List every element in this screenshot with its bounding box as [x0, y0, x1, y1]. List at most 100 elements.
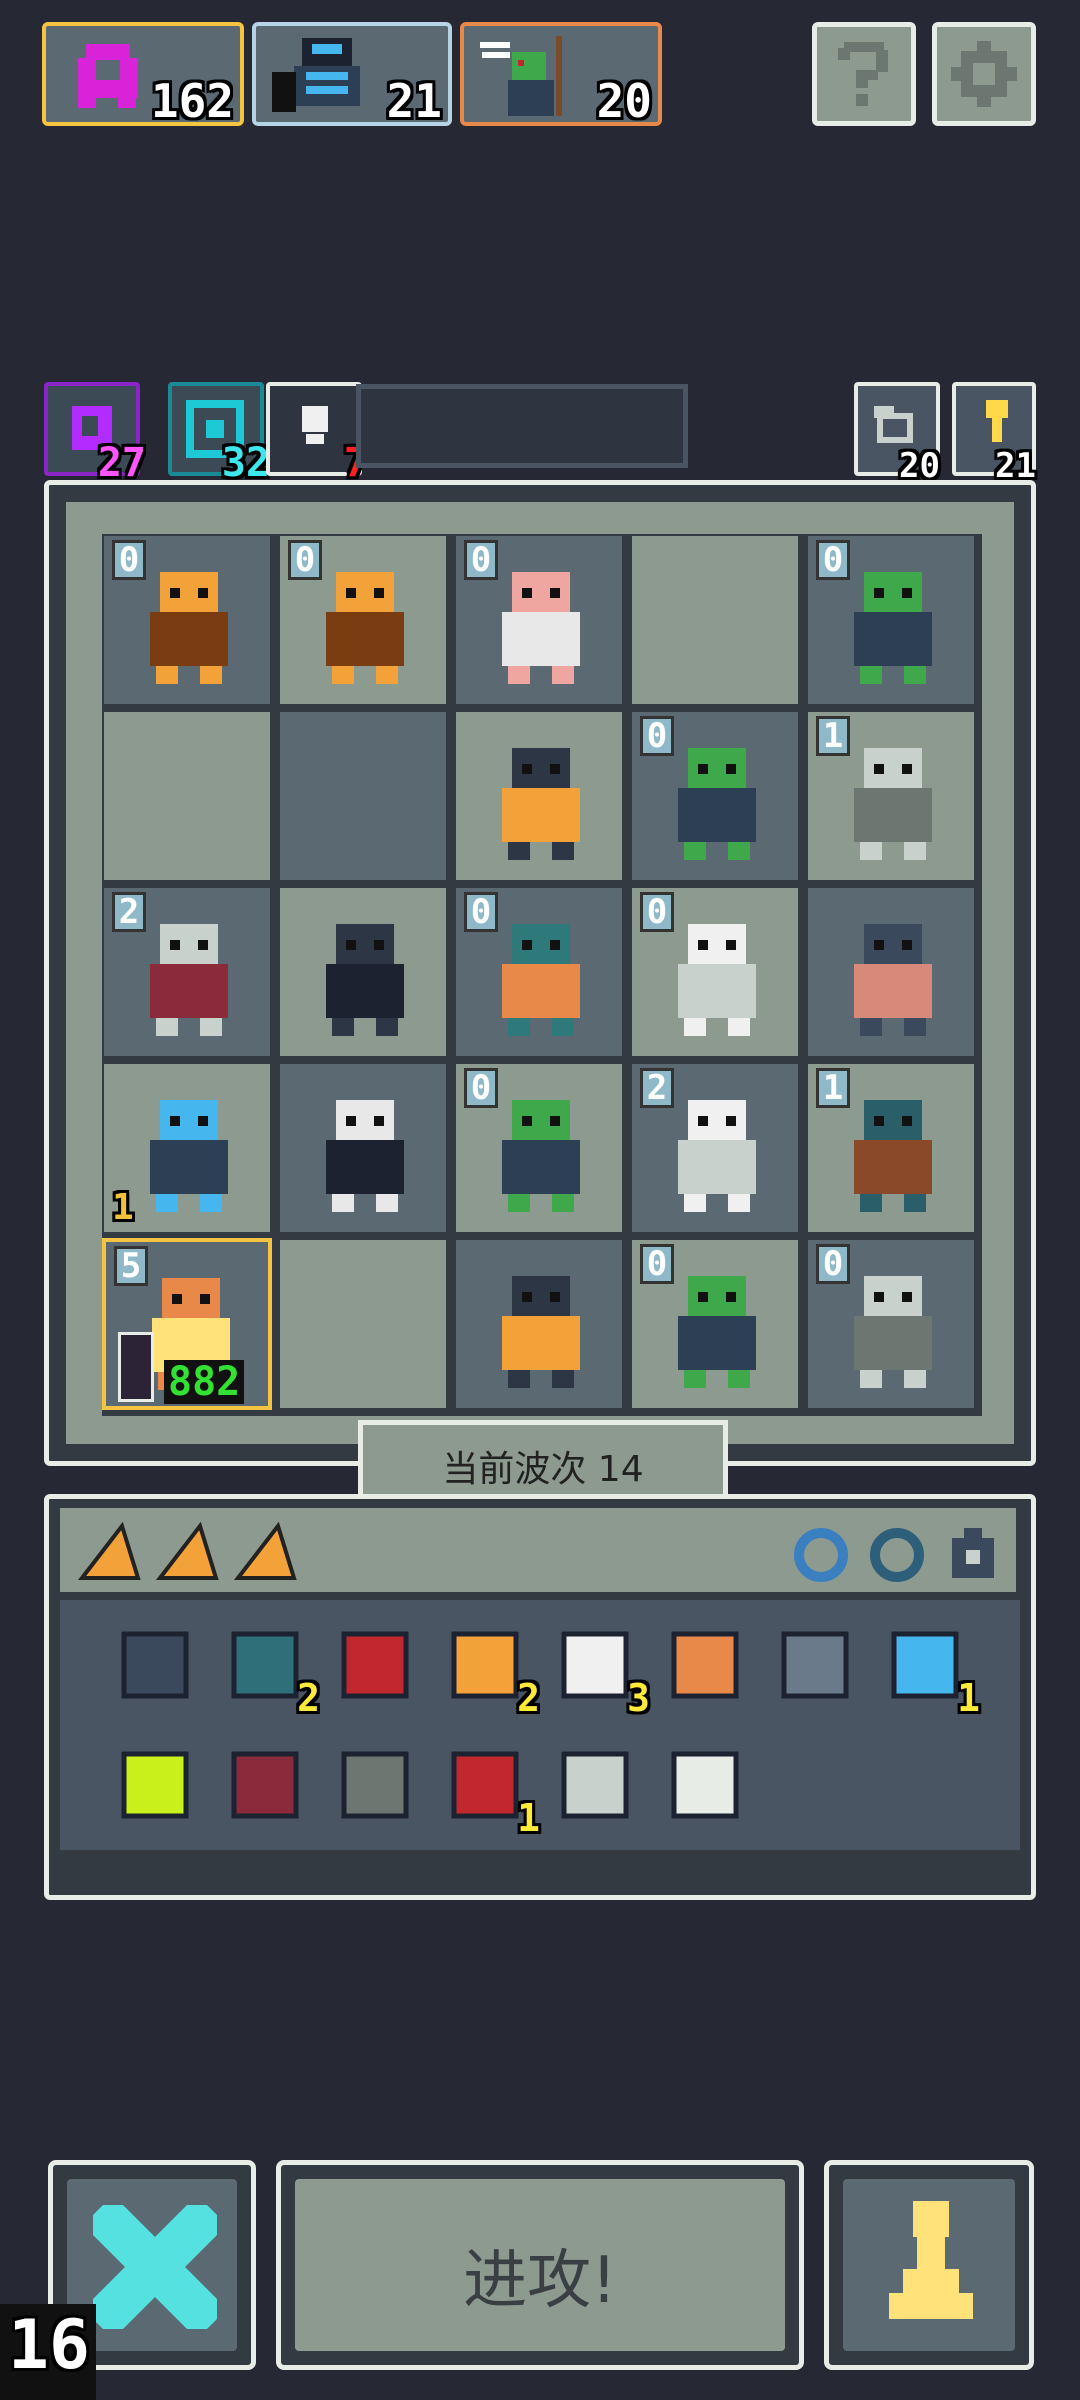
board-cell[interactable]: 0 [630, 1238, 800, 1410]
pawn-button[interactable] [824, 2160, 1034, 2370]
unit-level: 0 [816, 1244, 850, 1284]
tree-sprite [854, 1100, 932, 1212]
item-count: 2 [517, 1676, 540, 1720]
board-cell[interactable]: 0 [806, 1238, 976, 1410]
skull-lich-sprite [150, 924, 228, 1036]
unit-level: 5 [114, 1246, 148, 1286]
unit-level: 2 [640, 1068, 674, 1108]
board-cell[interactable] [454, 1238, 624, 1410]
bomb-icon[interactable] [220, 1740, 310, 1830]
attack-label: 进攻! [463, 2244, 617, 2318]
red-flower-icon[interactable] [330, 1620, 420, 1710]
unit-level: 1 [816, 716, 850, 756]
tab-shard-icon[interactable] [234, 1522, 298, 1582]
potion-icon[interactable] [110, 1740, 200, 1830]
board-cell[interactable] [278, 710, 448, 882]
board-cell[interactable] [454, 710, 624, 882]
chest-icon[interactable] [550, 1740, 640, 1830]
amulet-icon[interactable] [942, 1524, 1004, 1586]
card-count: 162 [150, 74, 234, 128]
board-cell[interactable]: 0 [630, 710, 800, 882]
unit-card-magenta[interactable]: 162 [42, 22, 244, 128]
pawn-icon [889, 2201, 973, 2319]
settings-button[interactable] [932, 22, 1036, 126]
unit-level: 0 [112, 540, 146, 580]
board-cell[interactable] [278, 886, 448, 1058]
board-cell[interactable]: 1 [806, 710, 976, 882]
return-card[interactable]: 20 [854, 382, 940, 486]
card-count: 21 [386, 74, 442, 128]
gargoyle-sprite [854, 748, 932, 860]
unit-level: 0 [816, 540, 850, 580]
board-cell[interactable] [806, 886, 976, 1058]
board-cell[interactable]: 0 [278, 534, 448, 706]
corner-number: 16 [8, 2306, 90, 2385]
x-icon [93, 2205, 217, 2329]
item-count: 2 [297, 1676, 320, 1720]
tab-shard-icon[interactable] [156, 1522, 220, 1582]
goblin-archer-sprite [678, 748, 756, 860]
board-cell[interactable]: 0 [806, 534, 976, 706]
board-cell[interactable]: 2 [630, 1062, 800, 1234]
status-card-purple[interactable]: 27 [44, 382, 146, 486]
unit-card-goblin[interactable]: 20 [460, 22, 662, 128]
ring-icon[interactable] [790, 1524, 852, 1586]
white-egg-icon[interactable]: 3 [550, 1620, 650, 1720]
board-cell[interactable] [278, 1062, 448, 1234]
key-icon [986, 400, 1008, 442]
board-cell[interactable] [102, 710, 272, 882]
board-cell[interactable]: 1 [102, 1062, 272, 1234]
board-cell[interactable]: 0 [454, 1062, 624, 1234]
knife-icon[interactable] [660, 1740, 750, 1830]
mouth-icon[interactable]: 1 [440, 1740, 540, 1840]
white-ghost-sprite [678, 1100, 756, 1212]
key-card[interactable]: 21 [952, 382, 1036, 486]
return-arrow-icon [874, 406, 913, 443]
item-count: 3 [627, 1676, 650, 1720]
unit-level: 0 [464, 1068, 498, 1108]
tab-shard-icon[interactable] [78, 1522, 142, 1582]
unit-level: 0 [464, 892, 498, 932]
item-count: 1 [957, 1676, 980, 1720]
crow-sprite [502, 748, 580, 860]
crow-sprite [502, 1276, 580, 1388]
trophy-icon[interactable]: 2 [440, 1620, 540, 1720]
board-cell[interactable] [278, 1238, 448, 1410]
card-count: 20 [596, 74, 652, 128]
inventory-grid [60, 1600, 1020, 1850]
item-count: 1 [517, 1796, 540, 1840]
question-mark-icon [838, 42, 888, 106]
status-card-light[interactable]: 7 [266, 382, 368, 486]
board-cell[interactable]: 1 [806, 1062, 976, 1234]
ring-icon[interactable] [866, 1524, 928, 1586]
blue-orb-icon[interactable]: 1 [880, 1620, 980, 1720]
gem-heart-icon[interactable]: 2 [220, 1620, 320, 1720]
help-button[interactable] [812, 22, 916, 126]
white-ghost-sprite [678, 924, 756, 1036]
bulb-icon [302, 406, 328, 444]
goblin-archer-sprite [854, 572, 932, 684]
board-cell[interactable]: 5 882 [102, 1238, 272, 1410]
pink-mushroom-sprite [502, 572, 580, 684]
board-cell[interactable]: 0 [630, 886, 800, 1058]
unit-level: 0 [288, 540, 322, 580]
unit-level: 0 [640, 716, 674, 756]
armor-icon[interactable] [330, 1740, 420, 1830]
progress-bar [356, 384, 688, 468]
board-cell[interactable]: 0 [454, 886, 624, 1058]
stone-icon[interactable] [770, 1620, 860, 1710]
status-card-cyan[interactable]: 32 [168, 382, 270, 486]
goblin-archer-sprite [502, 1100, 580, 1212]
shield-icon[interactable] [110, 1620, 200, 1710]
board-cell[interactable]: 0 [454, 534, 624, 706]
dagger-icon[interactable] [660, 1620, 750, 1710]
unit-level: 0 [464, 540, 498, 580]
unit-card-blue-knight[interactable]: 21 [252, 22, 452, 128]
eye-beast-sprite [502, 924, 580, 1036]
board-cell[interactable]: 2 [102, 886, 272, 1058]
board-cell[interactable] [630, 534, 800, 706]
attack-button[interactable]: 进攻! [276, 2160, 804, 2370]
board-cell[interactable]: 0 [102, 534, 272, 706]
unit-sub-level: 1 [112, 1187, 134, 1228]
hp-value: 882 [164, 1360, 245, 1404]
